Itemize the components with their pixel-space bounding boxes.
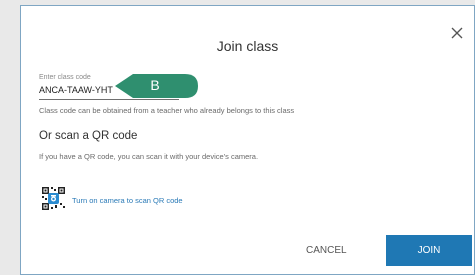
class-code-underline [39, 99, 179, 100]
class-code-input[interactable]: ANCA-TAAW-YHT [39, 85, 113, 95]
qr-section-description: If you have a QR code, you can scan it w… [39, 152, 259, 161]
dialog-title: Join class [216, 38, 279, 54]
close-icon[interactable] [450, 26, 464, 40]
join-class-dialog: Join class Enter class code ANCA-TAAW-YH… [20, 5, 475, 275]
class-code-label: Enter class code [39, 74, 91, 81]
qr-section-title: Or scan a QR code [39, 130, 138, 142]
callout-label: B [150, 77, 160, 93]
turn-on-camera-link[interactable]: Turn on camera to scan QR code [72, 196, 183, 205]
join-button[interactable]: JOIN [386, 235, 472, 266]
cancel-button[interactable]: CANCEL [306, 245, 347, 256]
class-code-helper: Class code can be obtained from a teache… [39, 106, 295, 115]
qr-camera-icon[interactable] [41, 186, 66, 211]
